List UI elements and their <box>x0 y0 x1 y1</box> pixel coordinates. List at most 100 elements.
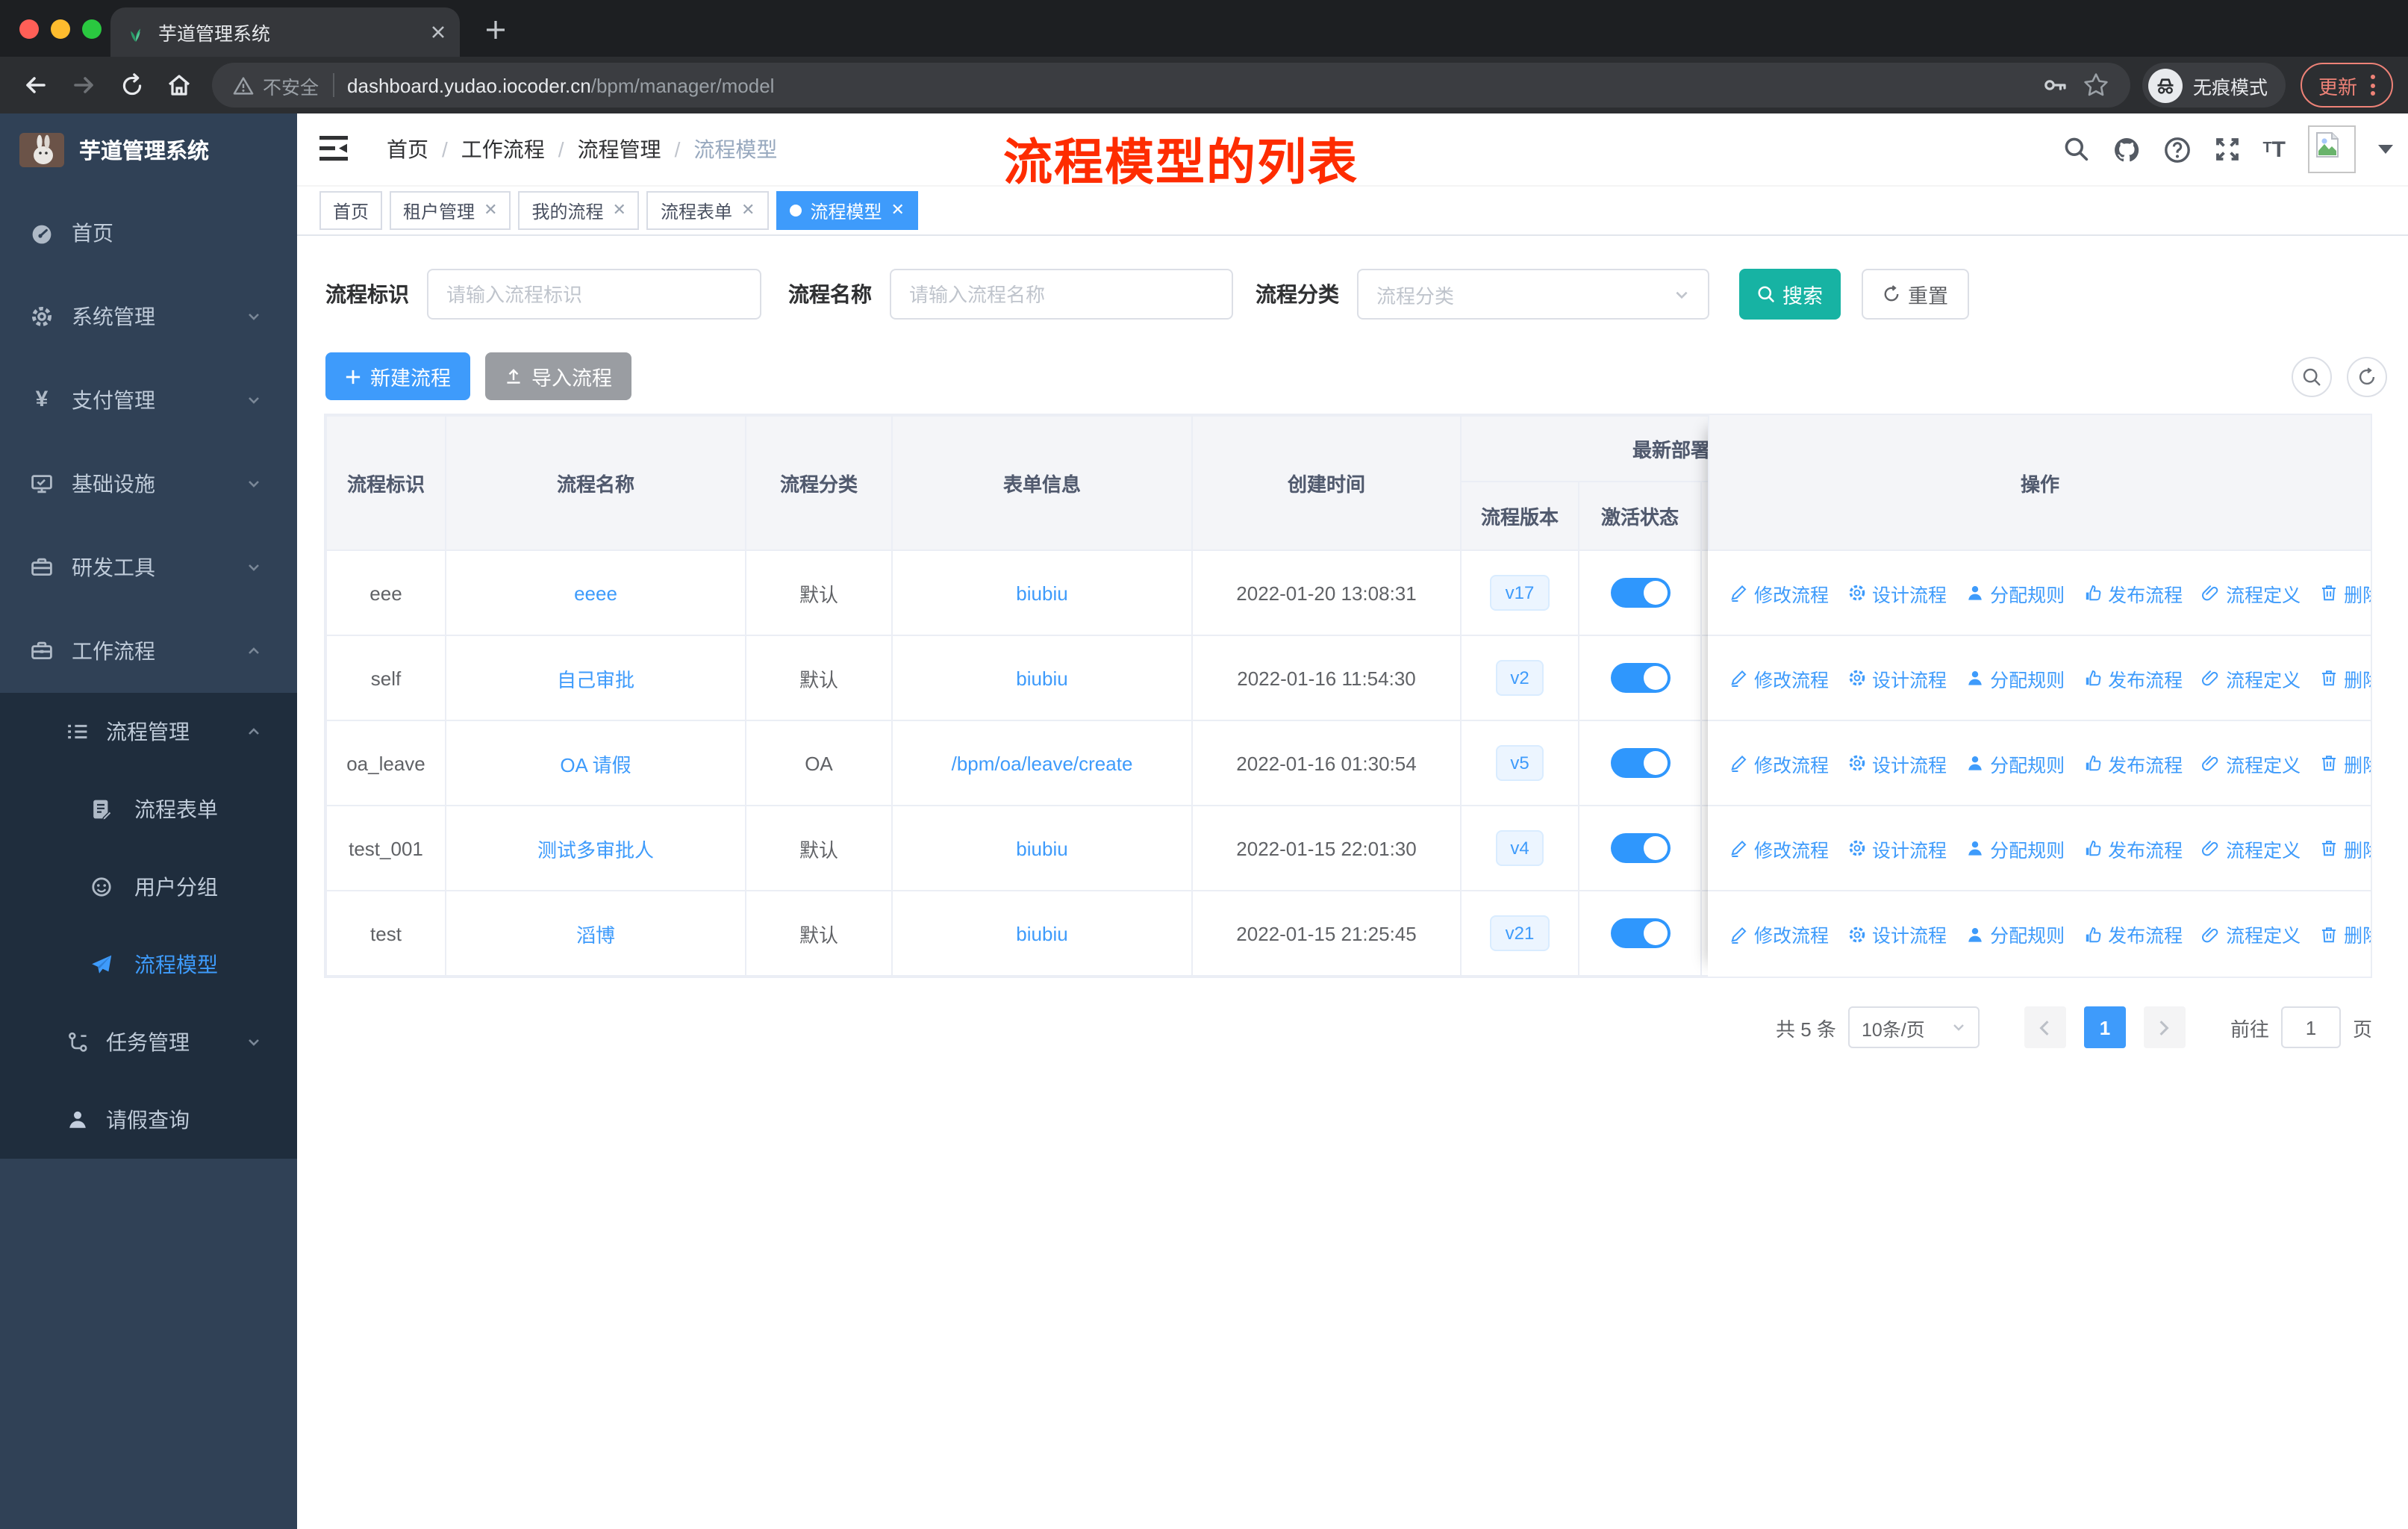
sidebar-item-payment[interactable]: ¥ 支付管理 <box>0 358 297 442</box>
breadcrumb-process-management[interactable]: 流程管理 <box>578 134 661 164</box>
assign-rule-link[interactable]: 分配规则 <box>1966 920 2065 948</box>
form-info-link[interactable]: biubiu <box>891 805 1193 891</box>
breadcrumb-home[interactable]: 首页 <box>387 134 428 164</box>
search-button[interactable]: 搜索 <box>1739 269 1841 320</box>
github-icon[interactable] <box>2112 135 2140 164</box>
process-name-link[interactable]: OA 请假 <box>445 720 746 806</box>
edit-process-link[interactable]: 修改流程 <box>1730 664 1829 692</box>
fullscreen-icon[interactable] <box>2213 136 2240 163</box>
close-icon[interactable]: ✕ <box>613 202 626 219</box>
sidebar-item-leave-query[interactable]: 请假查询 <box>0 1081 297 1159</box>
edit-process-link[interactable]: 修改流程 <box>1730 579 1829 607</box>
search-icon[interactable] <box>2062 136 2089 163</box>
design-process-link[interactable]: 设计流程 <box>1848 834 1947 862</box>
sidebar-toggle-icon[interactable] <box>319 136 348 161</box>
table-search-toggle-button[interactable] <box>2292 357 2332 397</box>
help-icon[interactable] <box>2162 135 2191 164</box>
browser-menu-icon[interactable] <box>2371 75 2375 96</box>
version-badge[interactable]: v4 <box>1495 829 1544 867</box>
sidebar-item-infrastructure[interactable]: 基础设施 <box>0 442 297 526</box>
page-size-select[interactable]: 10条/页 <box>1847 1006 1980 1048</box>
maximize-window-button[interactable] <box>82 19 102 39</box>
avatar[interactable] <box>2308 125 2356 173</box>
publish-process-link[interactable]: 发布流程 <box>2084 920 2183 948</box>
form-info-link[interactable]: biubiu <box>891 635 1193 721</box>
import-process-button[interactable]: 导入流程 <box>485 352 631 400</box>
browser-tab[interactable]: 芋道管理系统 <box>110 7 460 57</box>
delete-link[interactable]: 删除 <box>2320 749 2371 777</box>
version-badge[interactable]: v17 <box>1490 574 1550 611</box>
security-status[interactable]: 不安全 <box>233 71 319 99</box>
tag-process-form[interactable]: 流程表单 ✕ <box>646 191 769 230</box>
assign-rule-link[interactable]: 分配规则 <box>1966 664 2065 692</box>
tag-my-process[interactable]: 我的流程 ✕ <box>518 191 640 230</box>
design-process-link[interactable]: 设计流程 <box>1848 749 1947 777</box>
version-badge[interactable]: v5 <box>1495 744 1544 782</box>
bookmark-star-icon[interactable] <box>2083 72 2109 99</box>
active-toggle[interactable] <box>1610 578 1670 608</box>
assign-rule-link[interactable]: 分配规则 <box>1966 579 2065 607</box>
delete-link[interactable]: 删除 <box>2320 834 2371 862</box>
font-size-icon[interactable]: TT <box>2262 138 2286 161</box>
sidebar-item-task-management[interactable]: 任务管理 <box>0 1003 297 1081</box>
form-info-link[interactable]: /bpm/oa/leave/create <box>891 720 1193 806</box>
design-process-link[interactable]: 设计流程 <box>1848 664 1947 692</box>
avatar-caret-icon[interactable] <box>2378 145 2393 154</box>
browser-update-button[interactable]: 更新 <box>2300 63 2393 108</box>
process-name-input[interactable] <box>909 283 1214 305</box>
form-info-link[interactable]: biubiu <box>891 549 1193 636</box>
close-window-button[interactable] <box>19 19 39 39</box>
publish-process-link[interactable]: 发布流程 <box>2084 664 2183 692</box>
sidebar-item-home[interactable]: 首页 <box>0 191 297 275</box>
process-category-select[interactable]: 流程分类 <box>1357 269 1709 320</box>
current-page-button[interactable]: 1 <box>2083 1006 2126 1048</box>
tab-close-icon[interactable] <box>431 25 445 39</box>
active-toggle[interactable] <box>1610 748 1670 778</box>
key-icon[interactable] <box>2042 72 2069 99</box>
goto-page-input[interactable]: 1 <box>2280 1006 2341 1048</box>
prev-page-button[interactable] <box>2024 1006 2066 1048</box>
form-info-link[interactable]: biubiu <box>891 890 1193 977</box>
process-name-link[interactable]: 测试多审批人 <box>445 805 746 891</box>
home-icon[interactable] <box>158 64 200 106</box>
sidebar-item-workflow[interactable]: 工作流程 <box>0 609 297 693</box>
assign-rule-link[interactable]: 分配规则 <box>1966 834 2065 862</box>
url-text[interactable]: dashboard.yudao.iocoder.cn/bpm/manager/m… <box>347 74 2029 96</box>
process-name-link[interactable]: 自己审批 <box>445 635 746 721</box>
reset-button[interactable]: 重置 <box>1862 269 1969 320</box>
sidebar-item-user-group[interactable]: 用户分组 <box>0 848 297 926</box>
design-process-link[interactable]: 设计流程 <box>1848 579 1947 607</box>
edit-process-link[interactable]: 修改流程 <box>1730 920 1829 948</box>
delete-link[interactable]: 删除 <box>2320 664 2371 692</box>
sidebar-item-process-form[interactable]: 流程表单 <box>0 770 297 848</box>
process-definition-link[interactable]: 流程定义 <box>2202 834 2301 862</box>
close-icon[interactable]: ✕ <box>890 202 904 219</box>
delete-link[interactable]: 删除 <box>2320 579 2371 607</box>
close-icon[interactable]: ✕ <box>484 202 497 219</box>
process-definition-link[interactable]: 流程定义 <box>2202 920 2301 948</box>
address-bar[interactable]: 不安全 dashboard.yudao.iocoder.cn/bpm/manag… <box>212 63 2130 108</box>
sidebar-item-process-management[interactable]: 流程管理 <box>0 693 297 770</box>
forward-icon[interactable] <box>63 64 105 106</box>
active-toggle[interactable] <box>1610 833 1670 863</box>
create-process-button[interactable]: 新建流程 <box>325 352 470 400</box>
tag-home[interactable]: 首页 <box>319 191 383 230</box>
version-badge[interactable]: v2 <box>1495 659 1544 697</box>
process-id-input[interactable] <box>446 283 742 305</box>
sidebar-item-system[interactable]: 系统管理 <box>0 275 297 358</box>
active-toggle[interactable] <box>1610 663 1670 693</box>
tag-tenant[interactable]: 租户管理 ✕ <box>390 191 511 230</box>
close-icon[interactable]: ✕ <box>741 202 755 219</box>
publish-process-link[interactable]: 发布流程 <box>2084 579 2183 607</box>
process-definition-link[interactable]: 流程定义 <box>2202 749 2301 777</box>
sidebar-item-process-model[interactable]: 流程模型 <box>0 926 297 1003</box>
design-process-link[interactable]: 设计流程 <box>1848 920 1947 948</box>
publish-process-link[interactable]: 发布流程 <box>2084 749 2183 777</box>
edit-process-link[interactable]: 修改流程 <box>1730 749 1829 777</box>
sidebar-item-devtools[interactable]: 研发工具 <box>0 526 297 609</box>
minimize-window-button[interactable] <box>51 19 70 39</box>
reload-icon[interactable] <box>110 64 152 106</box>
back-icon[interactable] <box>15 64 57 106</box>
process-name-link[interactable]: eeee <box>445 549 746 636</box>
process-name-link[interactable]: 滔博 <box>445 890 746 977</box>
